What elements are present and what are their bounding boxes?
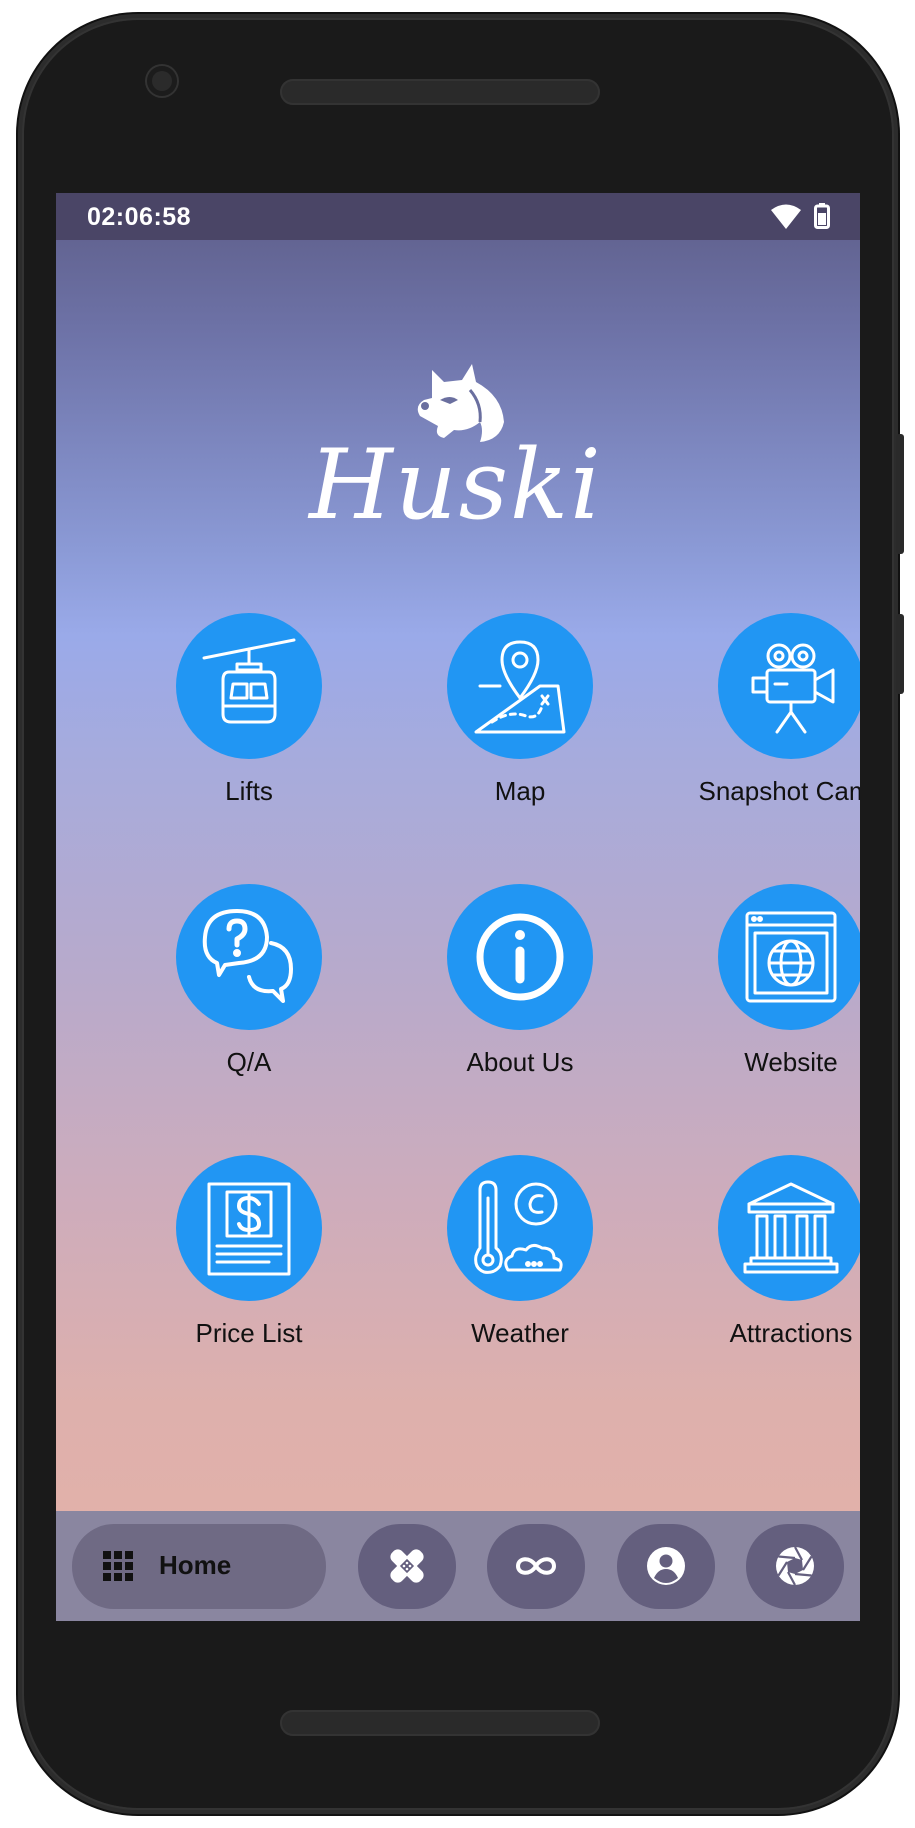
museum-building-icon [743,1182,839,1274]
globe-browser-icon [745,911,837,1003]
app-screen: 02:06:58 Huski Lifts Map Snapshot Cam Q/… [56,193,860,1621]
tile-price-list-label: Price List [195,1318,303,1348]
tile-snapshot-cams-label: Snapshot Cams [698,776,861,806]
map-pin-icon [474,640,566,734]
tile-website[interactable]: Website [652,884,860,1104]
tile-attractions-label: Attractions [729,1318,853,1348]
nav-bandage-button[interactable] [358,1524,456,1609]
tile-map-circle[interactable] [447,613,593,759]
tile-about-us-label: About Us [466,1047,574,1077]
tile-weather-circle[interactable] [447,1155,593,1301]
tile-about-us[interactable]: About Us [381,884,651,1104]
bottom-navigation: Home [56,1511,860,1621]
tile-lifts-label: Lifts [225,776,273,806]
tile-qa-circle[interactable] [176,884,322,1030]
power-button [896,614,904,694]
grid-icon [103,1551,133,1581]
gondola-lift-icon [202,638,296,724]
price-document-icon [207,1182,291,1276]
tile-weather[interactable]: Weather [381,1155,651,1375]
camera-shutter-icon [776,1546,814,1586]
tile-attractions[interactable]: Attractions [652,1155,860,1375]
earpiece-speaker [280,79,600,105]
wifi-icon [771,204,801,229]
tile-snapshot-cams-circle[interactable] [718,613,860,759]
app-title: Huski [309,429,603,541]
tile-snapshot-cams[interactable]: Snapshot Cams [652,613,860,833]
question-chat-icon [202,909,293,1003]
tile-map-label: Map [494,776,546,806]
app-logo: Huski [306,360,606,570]
tile-lifts[interactable]: Lifts [110,613,380,833]
account-icon [647,1547,685,1585]
bottom-speaker [280,1710,600,1736]
nav-infinity-button[interactable] [487,1524,585,1609]
tile-qa[interactable]: Q/A [110,884,380,1104]
volume-button [896,434,904,554]
nav-camera-button[interactable] [746,1524,844,1609]
tile-price-list-circle[interactable] [176,1155,322,1301]
nav-account-button[interactable] [617,1524,715,1609]
front-camera [147,66,177,96]
tile-website-label: Website [744,1047,838,1077]
nav-home-button[interactable]: Home [72,1524,326,1609]
tile-weather-label: Weather [471,1318,569,1348]
status-bar: 02:06:58 [56,193,860,240]
tile-website-circle[interactable] [718,884,860,1030]
video-camera-icon [751,643,835,734]
infinity-icon [516,1557,556,1575]
tile-map[interactable]: Map [381,613,651,833]
battery-icon [814,203,830,229]
tile-qa-label: Q/A [226,1047,272,1077]
nav-home-label: Home [159,1550,232,1580]
tile-attractions-circle[interactable] [718,1155,860,1301]
bandage-icon [390,1549,424,1583]
tile-about-us-circle[interactable] [447,884,593,1030]
status-time: 02:06:58 [87,203,192,231]
thermometer-cloud-icon [474,1180,563,1274]
tile-price-list[interactable]: Price List [110,1155,380,1375]
tile-lifts-circle[interactable] [176,613,322,759]
info-icon [476,913,564,1001]
